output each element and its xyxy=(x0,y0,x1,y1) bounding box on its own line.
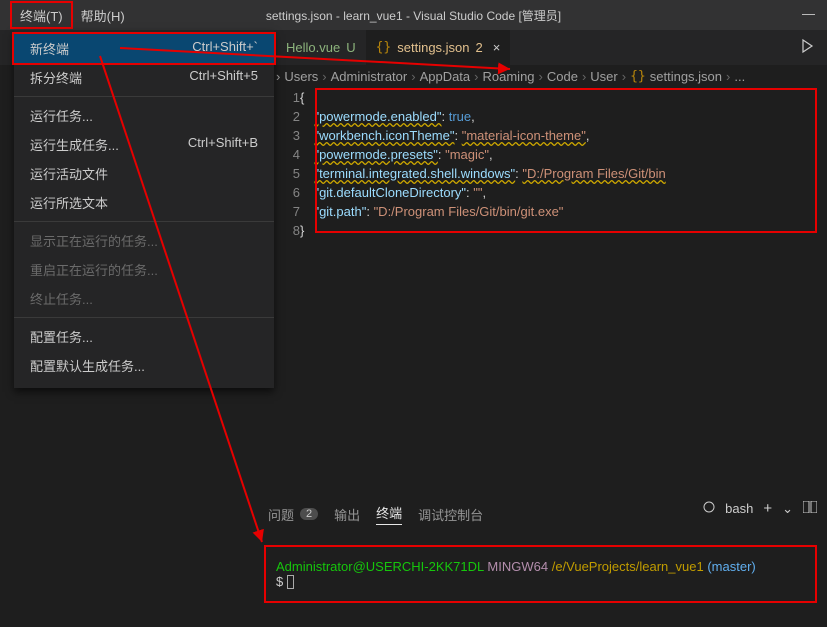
menu-item-run-active[interactable]: 运行活动文件 xyxy=(14,159,274,188)
menu-terminal[interactable]: 终端(T) xyxy=(10,1,73,29)
tab-problems[interactable]: 问题 2 xyxy=(268,505,318,524)
terminal-prompt: $ xyxy=(276,574,283,589)
minimize-button[interactable]: — xyxy=(802,6,815,21)
menu-separator xyxy=(14,96,274,97)
menu-help[interactable]: 帮助(H) xyxy=(73,1,133,29)
menu-separator xyxy=(14,221,274,222)
menu-shortcut: Ctrl+Shift+` xyxy=(192,39,258,58)
title-bar: 终端(T) 帮助(H) settings.json - learn_vue1 -… xyxy=(0,0,827,30)
terminal-panel[interactable]: Administrator@USERCHI-2KK71DL MINGW64 /e… xyxy=(264,545,817,603)
run-icon[interactable] xyxy=(799,38,815,57)
terminal-branch: (master) xyxy=(707,559,755,574)
tab-debug-console[interactable]: 调试控制台 xyxy=(418,505,483,524)
tab-label: Hello.vue xyxy=(286,40,340,55)
menu-item-run-build[interactable]: 运行生成任务... Ctrl+Shift+B xyxy=(14,130,274,159)
tab-terminal[interactable]: 终端 xyxy=(376,503,402,525)
menu-item-restart-running: 重启正在运行的任务... xyxy=(14,255,274,284)
code-editor[interactable]: { "powermode.enabled": true, "workbench.… xyxy=(300,88,817,240)
terminal-path: /e/VueProjects/learn_vue1 xyxy=(552,559,704,574)
tab-label: settings.json xyxy=(397,40,469,55)
menu-item-configure-default[interactable]: 配置默认生成任务... xyxy=(14,351,274,380)
tab-output[interactable]: 输出 xyxy=(334,505,360,524)
tab-settings[interactable]: {} settings.json 2 × xyxy=(366,30,511,65)
panel-controls: bash + ⌄ xyxy=(703,500,817,517)
menu-item-run-task[interactable]: 运行任务... xyxy=(14,101,274,130)
close-icon[interactable]: × xyxy=(493,40,501,55)
shell-icon xyxy=(703,501,715,516)
line-gutter: 12345678 xyxy=(270,88,300,240)
split-panel-icon[interactable] xyxy=(803,501,817,516)
terminal-user: Administrator@USERCHI-2KK71DL xyxy=(276,559,484,574)
json-icon: {} xyxy=(630,69,646,84)
terminal-sys: MINGW64 xyxy=(487,559,548,574)
breadcrumb[interactable]: › Users› Administrator› AppData› Roaming… xyxy=(276,65,745,87)
menu-item-run-selected[interactable]: 运行所选文本 xyxy=(14,188,274,217)
json-icon: {} xyxy=(376,40,392,55)
menu-separator xyxy=(14,317,274,318)
menu-label: 新终端 xyxy=(30,39,69,58)
problems-badge: 2 xyxy=(300,508,318,520)
menu-item-show-running: 显示正在运行的任务... xyxy=(14,226,274,255)
chevron-right-icon: › xyxy=(276,69,280,84)
tab-badge: 2 xyxy=(476,40,483,55)
menu-item-split-terminal[interactable]: 拆分终端 Ctrl+Shift+5 xyxy=(14,63,274,92)
window-title: settings.json - learn_vue1 - Visual Stud… xyxy=(266,7,561,24)
add-terminal-button[interactable]: + xyxy=(763,500,772,517)
tab-hello[interactable]: Hello.vue U xyxy=(276,30,366,65)
menu-item-new-terminal[interactable]: 新终端 Ctrl+Shift+` xyxy=(12,32,276,65)
tab-status: U xyxy=(346,40,355,55)
chevron-down-icon[interactable]: ⌄ xyxy=(782,501,793,517)
terminal-cursor xyxy=(287,575,294,589)
menu-item-configure[interactable]: 配置任务... xyxy=(14,322,274,351)
terminal-menu: 新终端 Ctrl+Shift+` 拆分终端 Ctrl+Shift+5 运行任务.… xyxy=(14,30,274,388)
menu-item-terminate: 终止任务... xyxy=(14,284,274,313)
shell-name[interactable]: bash xyxy=(725,501,753,516)
